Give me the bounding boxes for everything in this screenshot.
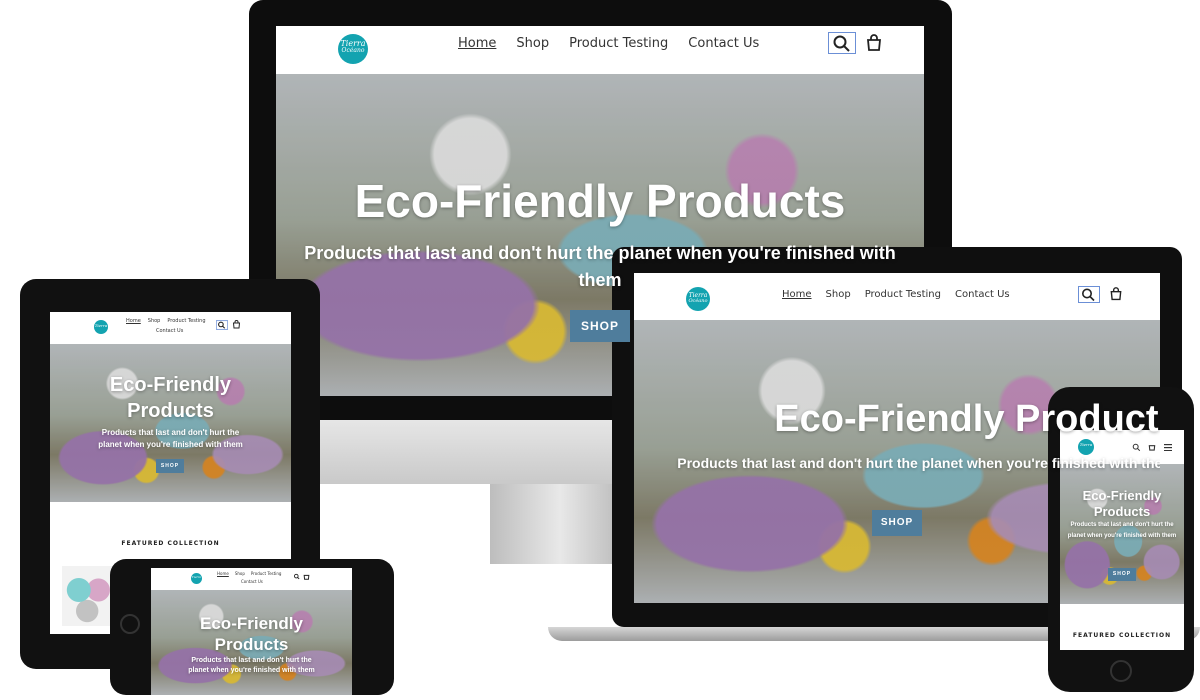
logo-text: Océano: [688, 298, 708, 304]
phone-small-logo[interactable]: Tierra: [191, 573, 202, 584]
nav-product-testing[interactable]: Product Testing: [569, 36, 668, 51]
hero-subtitle-line-2: planet when you're finished with them: [1067, 533, 1177, 539]
tablet-hero: Eco-Friendly Products Products that last…: [50, 344, 291, 502]
cart-icon[interactable]: [1109, 287, 1123, 301]
hero-subtitle: Products that last and don't hurt the pl…: [677, 455, 1160, 471]
phone-tall-hero: Eco-Friendly Products Products that last…: [1060, 464, 1184, 604]
hero-title-line-2: Products: [127, 400, 214, 422]
cart-icon[interactable]: [865, 34, 883, 52]
nav-contact-us[interactable]: Contact Us: [156, 328, 183, 334]
hero-subtitle-line-2: planet when you're finished with them: [98, 440, 243, 449]
nav-shop[interactable]: Shop: [516, 36, 549, 51]
phone-small-home-button[interactable]: [120, 614, 140, 634]
hero-title-line-2: Products: [214, 635, 289, 654]
featured-collection-heading: FEATURED COLLECTION: [121, 540, 220, 547]
nav-product-testing[interactable]: Product Testing: [167, 318, 205, 324]
nav-home[interactable]: Home: [458, 36, 496, 51]
hero-shop-button[interactable]: SHOP: [570, 310, 630, 342]
logo-text: Océano: [341, 47, 365, 54]
nav-shop[interactable]: Shop: [148, 318, 161, 324]
tablet-nav: Home Shop Product Testing Contact Us: [126, 318, 218, 334]
desktop-header: Tierra Océano Home Shop Product Testing …: [276, 26, 924, 74]
cart-icon[interactable]: [303, 573, 310, 580]
hero-subtitle: Products that last and don't hurt the pl…: [304, 243, 896, 290]
cart-icon[interactable]: [232, 320, 241, 329]
search-icon[interactable]: [293, 573, 301, 580]
search-icon[interactable]: [1078, 286, 1100, 303]
search-icon[interactable]: [216, 320, 228, 330]
featured-collection-heading: FEATURED COLLECTION: [1072, 632, 1172, 639]
hero-shop-button[interactable]: SHOP: [872, 510, 922, 536]
logo-text: Tierra: [1079, 442, 1093, 447]
hero-title-line-1: Eco-Friendly: [200, 614, 303, 633]
hero-subtitle-line-1: Products that last and don't hurt the: [1070, 522, 1174, 528]
menu-icon[interactable]: [1164, 444, 1172, 451]
nav-home[interactable]: Home: [217, 571, 229, 576]
cart-icon[interactable]: [1148, 443, 1156, 451]
tablet-logo[interactable]: Tierra: [94, 320, 108, 334]
logo-text: Tierra: [191, 575, 202, 579]
search-icon[interactable]: [828, 32, 856, 54]
phone-small-header: Tierra Home Shop Product Testing Contact…: [151, 568, 352, 590]
hero-title-line-1: Eco-Friendly: [1082, 488, 1162, 503]
phone-small-hero: Eco-Friendly Products Products that last…: [151, 590, 352, 695]
nav-shop[interactable]: Shop: [235, 571, 245, 576]
nav-contact-us[interactable]: Contact Us: [241, 579, 263, 584]
nav-contact-us[interactable]: Contact Us: [955, 289, 1010, 300]
logo-text: Tierra: [94, 323, 108, 328]
monitor-stand: [490, 484, 630, 564]
desktop-logo[interactable]: Tierra Océano: [338, 34, 368, 64]
tablet-header: Tierra Home Shop Product Testing Contact…: [50, 312, 291, 344]
search-icon[interactable]: [1132, 443, 1141, 452]
hero-subtitle-line-1: Products that last and don't hurt the: [101, 428, 240, 437]
hero-title: Eco-Friendly Products: [354, 175, 846, 227]
hero-title: Eco-Friendly Products: [774, 398, 1160, 440]
hero-subtitle-line-1: Products that last and don't hurt the: [191, 657, 312, 664]
hero-title-line-2: Products: [1093, 504, 1151, 519]
phone-small-screen: Tierra Home Shop Product Testing Contact…: [151, 568, 352, 695]
nav-product-testing[interactable]: Product Testing: [251, 571, 282, 576]
desktop-nav: Home Shop Product Testing Contact Us: [458, 36, 759, 51]
nav-home[interactable]: Home: [126, 318, 141, 324]
hero-title-line-1: Eco-Friendly: [109, 374, 232, 396]
nav-contact-us[interactable]: Contact Us: [688, 36, 759, 51]
phone-tall-home-button[interactable]: [1110, 660, 1132, 682]
phone-small-nav: Home Shop Product Testing Contact Us: [217, 571, 291, 584]
hero-subtitle-line-2: planet when you're finished with them: [188, 667, 315, 674]
hero-shop-button[interactable]: SHOP: [1108, 568, 1136, 581]
hero-shop-button[interactable]: SHOP: [156, 459, 184, 473]
